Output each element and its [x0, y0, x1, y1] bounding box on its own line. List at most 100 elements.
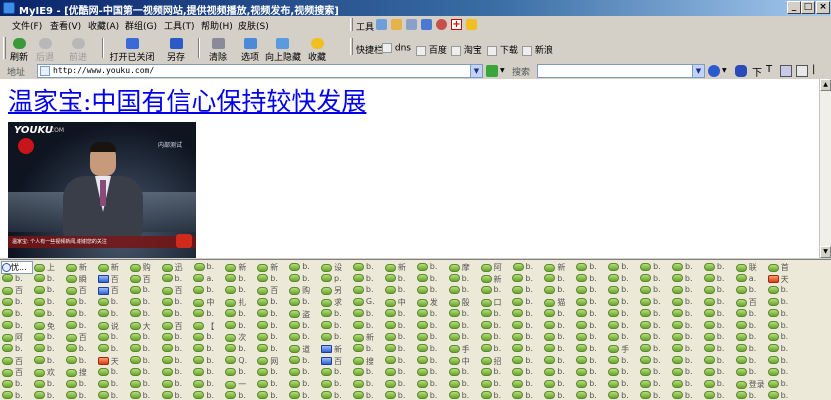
chevron-down-icon[interactable]: ▼: [470, 65, 482, 77]
bookmark-label: p.: [334, 273, 342, 283]
tool-icon-4[interactable]: [421, 19, 432, 30]
more-icon[interactable]: |: [812, 64, 815, 75]
bookmark-item[interactable]: b.: [735, 390, 767, 400]
bookmark-item[interactable]: b.: [703, 391, 735, 400]
vertical-scrollbar[interactable]: ▲ ▼: [819, 79, 831, 258]
go-dropdown-icon[interactable]: ▼: [500, 67, 505, 74]
chevron-down-icon[interactable]: ▼: [692, 65, 704, 77]
quicklink-download[interactable]: 下载: [487, 43, 518, 56]
bookmark-icon: [161, 322, 173, 330]
bookmark-icon: [193, 367, 205, 376]
minimize-button[interactable]: _: [787, 1, 801, 14]
maximize-button[interactable]: □: [801, 1, 815, 14]
menu-favorites[interactable]: 收藏(A): [88, 19, 119, 32]
bookmark-item[interactable]: b.: [33, 391, 65, 400]
forward-button[interactable]: 前进: [68, 38, 88, 63]
bookmark-label: 百: [142, 274, 151, 284]
address-input[interactable]: http://www.youku.com/ ▼: [37, 64, 483, 78]
bookmark-item[interactable]: b.: [289, 391, 320, 400]
clear-button[interactable]: 清除: [207, 38, 229, 63]
download-icon[interactable]: 下: [752, 64, 762, 79]
translate-icon[interactable]: T: [766, 64, 772, 75]
bookmark-icon: [703, 391, 715, 400]
bookmark-item[interactable]: b.: [193, 391, 224, 400]
bookmark-item[interactable]: b.: [257, 391, 288, 400]
bookmark-icon: [193, 356, 205, 365]
bookmark-item[interactable]: b.: [544, 391, 575, 400]
go-icon[interactable]: [486, 65, 498, 77]
menu-file[interactable]: 文件(F): [12, 19, 42, 32]
highlight-icon[interactable]: [780, 65, 792, 77]
bookmark-icon: [321, 274, 332, 283]
refresh-button[interactable]: 刷新: [9, 38, 29, 63]
tool-icon-2[interactable]: [391, 19, 402, 30]
bookmark-item[interactable]: b.: [97, 391, 129, 400]
bookmark-icon: [352, 357, 364, 366]
reopen-closed-button[interactable]: 打开已关闭: [109, 38, 155, 63]
bookmark-item[interactable]: b.: [129, 391, 161, 400]
bookmark-item[interactable]: b.: [767, 391, 799, 400]
bookmark-icon: [161, 379, 173, 388]
bookmark-icon: [257, 309, 269, 318]
bookmark-icon: [416, 298, 428, 307]
quicklink-taobao[interactable]: 淘宝: [451, 43, 482, 56]
tool-icon-1[interactable]: [376, 19, 387, 30]
bookmark-label: b.: [621, 262, 629, 271]
bookmark-icon: [544, 332, 556, 341]
tool-icon-7[interactable]: [466, 19, 477, 30]
bookmark-item[interactable]: b.: [161, 391, 193, 400]
options-button[interactable]: 选项: [239, 38, 261, 63]
bookmark-item[interactable]: b.: [480, 391, 512, 400]
bookmark-label: b.: [748, 390, 757, 400]
bookmark-label: b.: [270, 367, 278, 377]
bookmark-item[interactable]: b.: [352, 391, 384, 400]
bookmark-label: b.: [780, 285, 789, 295]
bookmark-item[interactable]: b.: [671, 391, 703, 400]
bookmark-item[interactable]: b.: [2, 391, 33, 400]
bookmark-item[interactable]: b.: [65, 391, 97, 400]
menu-help[interactable]: 帮助(H): [201, 19, 233, 32]
headline-link[interactable]: 温家宝:中国有信心保持较快发展: [8, 82, 366, 118]
bookmark-label: b.: [302, 262, 310, 271]
scroll-down-icon[interactable]: ▼: [820, 246, 831, 258]
tool-icon-5[interactable]: [436, 19, 447, 30]
tool-icon-3[interactable]: [406, 19, 417, 30]
bookmark-icon: [97, 379, 109, 388]
search-go-icon[interactable]: [708, 65, 720, 77]
bookmark-item[interactable]: b.: [640, 391, 671, 400]
bookmark-icon: [480, 263, 492, 272]
hide-up-button[interactable]: 向上隐藏: [265, 38, 301, 63]
page-icon: [522, 45, 532, 56]
bookmark-item[interactable]: b.: [416, 391, 448, 400]
bookmark-icon: [544, 379, 556, 388]
menu-tools[interactable]: 工具(T): [164, 19, 195, 32]
menu-view[interactable]: 查看(V): [50, 19, 81, 32]
favorites-button[interactable]: 收藏: [306, 38, 328, 63]
tool-misc-icon[interactable]: [796, 65, 808, 77]
quicklink-sina[interactable]: 新浪: [522, 43, 553, 56]
search-input[interactable]: ▼: [537, 64, 705, 78]
close-button[interactable]: ×: [816, 1, 830, 14]
menu-skin[interactable]: 皮肤(S): [238, 19, 269, 32]
bookmark-icon: [193, 332, 205, 341]
menu-groups[interactable]: 群组(G): [125, 19, 157, 32]
paw-icon[interactable]: [735, 65, 747, 77]
bookmark-item[interactable]: b.: [512, 391, 543, 400]
bookmark-item[interactable]: b.: [225, 391, 256, 400]
back-button[interactable]: 后退: [35, 38, 55, 63]
bookmark-item[interactable]: b.: [384, 391, 416, 400]
bookmark-icon: [384, 274, 396, 283]
bookmark-item[interactable]: b.: [576, 391, 607, 400]
bookmark-tab-active[interactable]: 忧...: [1, 261, 33, 274]
bookmark-item[interactable]: b.: [448, 391, 480, 400]
bookmark-item[interactable]: b.: [608, 391, 639, 400]
save-as-button[interactable]: 另存: [165, 38, 187, 63]
bookmark-label: b.: [397, 285, 406, 295]
plus-icon[interactable]: +: [451, 19, 462, 30]
search-dropdown-icon[interactable]: ▼: [722, 67, 727, 74]
quicklink-dns[interactable]: dns: [382, 43, 411, 54]
scroll-up-icon[interactable]: ▲: [820, 79, 831, 91]
bookmark-item[interactable]: b.: [321, 391, 352, 400]
quicklink-baidu[interactable]: 百度: [416, 43, 447, 56]
video-player[interactable]: YOUKU .COM 内部测试 温家宝: 个人有一些视频新闻,谢谢您的关注: [8, 122, 196, 258]
